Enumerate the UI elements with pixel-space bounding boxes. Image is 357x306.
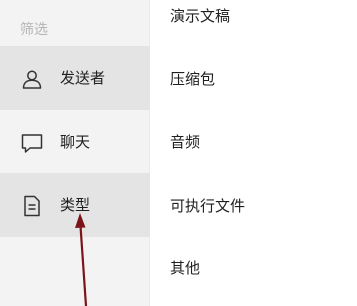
filter-panel: 筛选 发送者 聊天 类型 演示文稿 压缩包 音频 可执行文件 其他 <box>0 0 357 306</box>
chat-bubble-icon <box>21 134 43 153</box>
document-icon <box>24 195 40 217</box>
filter-item-label: 发送者 <box>60 69 106 87</box>
filter-item-chat[interactable]: 聊天 <box>0 110 150 174</box>
person-icon <box>22 70 42 89</box>
type-option-other[interactable]: 其他 <box>170 258 200 278</box>
type-option-archive[interactable]: 压缩包 <box>170 69 215 89</box>
filter-item-type[interactable]: 类型 <box>0 173 150 237</box>
filter-item-sender[interactable]: 发送者 <box>0 46 150 110</box>
type-option-executable[interactable]: 可执行文件 <box>170 196 245 216</box>
type-option-audio[interactable]: 音频 <box>170 132 200 152</box>
filter-sidebar: 筛选 发送者 聊天 类型 <box>0 0 150 306</box>
filter-item-label: 聊天 <box>60 133 91 151</box>
filter-heading: 筛选 <box>20 22 48 38</box>
type-option-presentation[interactable]: 演示文稿 <box>170 6 230 26</box>
filter-item-label: 类型 <box>60 196 91 214</box>
file-type-list: 演示文稿 压缩包 音频 可执行文件 其他 <box>151 0 357 306</box>
